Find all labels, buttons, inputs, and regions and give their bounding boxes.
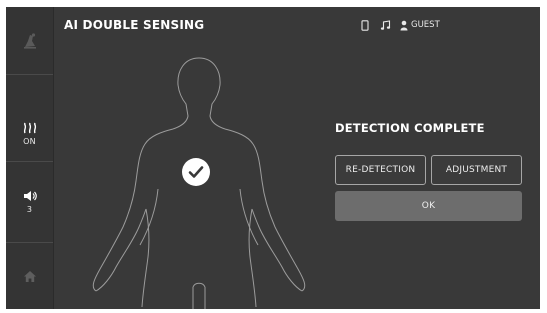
checkmark-icon — [188, 166, 204, 178]
heat-status-label: ON — [23, 137, 36, 146]
ok-button[interactable]: OK — [335, 191, 522, 221]
music-note-icon — [380, 19, 391, 30]
sidebar-item-chair[interactable] — [6, 7, 53, 75]
massage-chair-icon — [23, 32, 36, 49]
sidebar-item-volume[interactable]: 3 — [6, 162, 53, 243]
status-bar: GUEST — [361, 18, 440, 32]
volume-icon — [23, 191, 37, 201]
volume-level-label: 3 — [26, 205, 33, 214]
adjustment-button[interactable]: ADJUSTMENT — [431, 155, 522, 185]
sidebar-item-heat[interactable]: ON — [6, 107, 53, 162]
sidebar: ON 3 — [6, 7, 54, 309]
phone-icon — [361, 19, 369, 31]
app-screen: ON 3 AI DOUBLE SENSING GUEST DETECTION C… — [6, 7, 540, 309]
main-panel: AI DOUBLE SENSING GUEST DETECTION COMPLE… — [54, 7, 540, 309]
home-icon — [23, 270, 36, 282]
detection-success-badge — [182, 158, 210, 186]
detection-status-title: DETECTION COMPLETE — [335, 121, 485, 135]
sidebar-item-home[interactable] — [6, 243, 53, 309]
page-title: AI DOUBLE SENSING — [64, 18, 205, 32]
user-icon — [400, 20, 408, 30]
re-detection-button[interactable]: RE-DETECTION — [335, 155, 426, 185]
heat-icon — [23, 122, 36, 134]
user-label: GUEST — [411, 20, 440, 30]
